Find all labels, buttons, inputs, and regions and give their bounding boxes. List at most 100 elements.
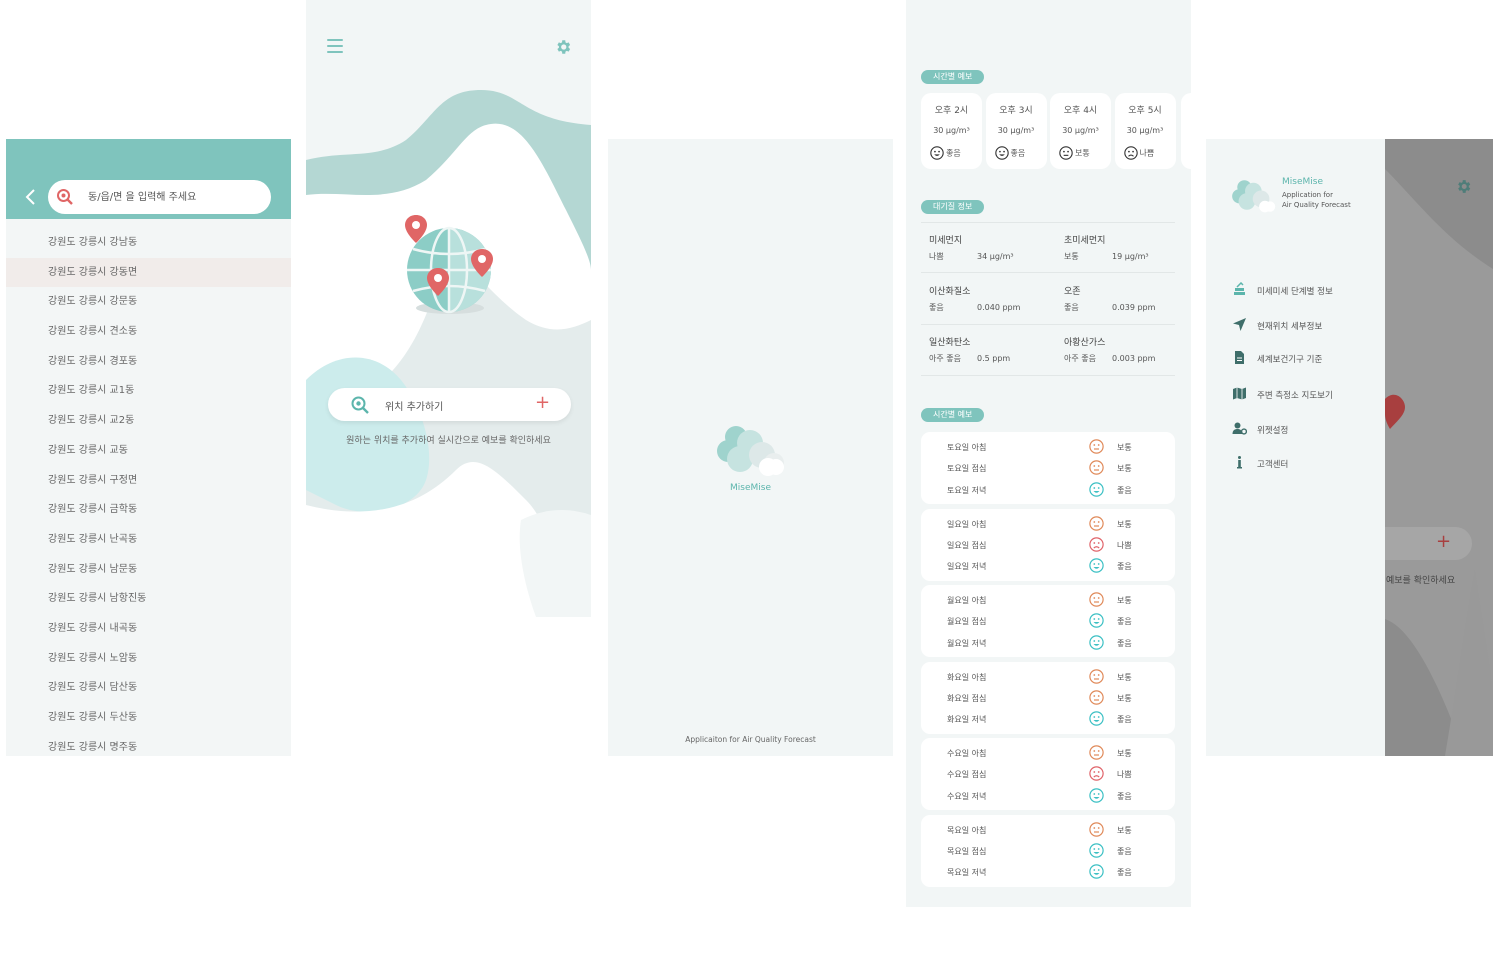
location-list-item[interactable]: 강원도 강릉시 난곡동: [6, 525, 291, 555]
hourly-value: 30 μg/m³: [1062, 126, 1099, 135]
location-list-item[interactable]: 강원도 강릉시 강문동: [6, 287, 291, 317]
bad-face-icon: [1089, 766, 1104, 781]
hourly-status-text: 보통: [1075, 148, 1090, 158]
good-face-icon: [1089, 481, 1104, 497]
pollutant-name: 아황산가스: [1064, 338, 1106, 348]
normal-face-icon: [1089, 668, 1104, 684]
daily-forecast-row: 화요일 아침 보통: [921, 667, 1175, 688]
pollutant-value: 34 μg/m³: [977, 252, 1014, 261]
drawer-menu-label: 세계보건기구 기준: [1257, 355, 1323, 365]
navigation-icon: [1232, 317, 1247, 332]
pollutant-cell: 이산화질소 좋음 0.040 ppm: [929, 284, 1049, 313]
daily-forecast-row: 일요일 저녁 좋음: [921, 556, 1175, 577]
hourly-forecast-card[interactable]: 오후 5시 30 μg/m³ 나쁨: [1114, 93, 1176, 169]
pollutant-grade: 아주 좋음: [1064, 354, 1096, 363]
location-list-item[interactable]: 강원도 강릉시 강동면: [6, 257, 291, 288]
forecast-status: 보통: [1117, 519, 1132, 529]
drawer-menu-label: 주변 측정소 지도보기: [1257, 391, 1333, 401]
pollutant-name: 초미세먼지: [1064, 236, 1106, 246]
hourly-forecast-card[interactable]: 오후 2시 30 μg/m³ 좋음: [921, 93, 982, 169]
bad-face-icon: [1089, 537, 1104, 552]
daily-forecast-card: 수요일 아침 보통 수요일 점심 나쁨 수요일 저녁 좋음: [921, 738, 1175, 810]
back-arrow-icon[interactable]: [24, 188, 38, 206]
hourly-status-text: 나쁨: [1139, 148, 1155, 158]
gear-icon[interactable]: [554, 38, 572, 56]
location-list-item[interactable]: 강원도 강릉시 노암동: [6, 644, 291, 674]
daily-forecast-card: 일요일 아침 보통 일요일 점심 나쁨 일요일 저녁 좋음: [921, 508, 1175, 581]
stack-icon: [1232, 281, 1247, 297]
hamburger-menu-icon[interactable]: [327, 39, 343, 53]
forecast-period: 일요일 점심: [947, 540, 987, 550]
drawer-menu-label: 위젯설정: [1257, 426, 1289, 436]
daily-forecast-row: 수요일 아침 보통: [921, 743, 1175, 764]
location-list-item[interactable]: 강원도 강릉시 담산동: [6, 673, 291, 703]
pollutant-grade: 좋음: [1064, 302, 1079, 312]
good-face-icon: [994, 146, 1009, 160]
pollutant-cell: 초미세먼지보통 19 μg/m³: [1064, 233, 1184, 262]
hourly-forecast-card[interactable]: 오후 4시 30 μg/m³ 보통: [1050, 93, 1111, 169]
pollutant-reading: 아주 좋음 0.003 ppm: [1064, 353, 1184, 364]
forecast-status: 보통: [1117, 693, 1132, 703]
drawer-app-subtitle-line2: Air Quality Forecast: [1282, 201, 1351, 209]
pollutant-value: 0.5 ppm: [977, 354, 1011, 363]
location-list-item[interactable]: 강원도 강릉시 남문동: [6, 555, 291, 585]
plus-icon: +: [535, 392, 551, 413]
good-face-icon: [1089, 843, 1104, 858]
location-list-item[interactable]: 강원도 강릉시 두산동: [6, 703, 291, 733]
search-input[interactable]: [88, 187, 258, 207]
forecast-period: 일요일 저녁: [947, 562, 987, 572]
pollutant-cell: 일산화탄소 아주 좋음 0.5 ppm: [929, 335, 1049, 364]
forecast-status: 좋음: [1117, 791, 1132, 801]
add-location-button[interactable]: 위치 추가하기 +: [328, 388, 571, 421]
daily-forecast-row: 목요일 저녁 좋음: [921, 862, 1175, 883]
gear-icon[interactable]: [1455, 178, 1472, 195]
pollutant-cell: 오존 좋음 0.039 ppm: [1064, 284, 1184, 313]
daily-forecast-row: 수요일 점심 나쁨: [921, 764, 1175, 785]
location-list-item[interactable]: 강원도 강릉시 경포동: [6, 347, 291, 377]
location-list-item[interactable]: 강원도 강릉시 강남동: [6, 228, 291, 258]
location-list-item[interactable]: 강원도 강릉시 명주동: [6, 733, 291, 756]
location-list-item[interactable]: 강원도 강릉시 금학동: [6, 495, 291, 525]
forecast-period: 월요일 점심: [947, 617, 987, 627]
forecast-period: 화요일 점심: [947, 693, 987, 703]
cloud-logo-icon: [1232, 180, 1276, 213]
air-quality-row: 이산화질소 좋음 0.040 ppm 오존 좋음 0.039 ppm: [921, 274, 1175, 325]
pollutant-reading: 보통 19 μg/m³: [1064, 251, 1184, 262]
map-icon: [1232, 386, 1247, 401]
hourly-time: 오후 2시: [934, 106, 969, 116]
location-list-item[interactable]: 강원도 강릉시 교동: [6, 436, 291, 466]
forecast-status: 보통: [1117, 443, 1132, 452]
drawer-menu-label: 고객센터: [1257, 460, 1289, 470]
air-quality-label: 대기질 정보: [921, 200, 985, 214]
hourly-time: 오후 4시: [1063, 106, 1098, 116]
daily-forecast-row: 월요일 점심 좋음: [921, 611, 1175, 632]
forecast-period: 목요일 저녁: [947, 868, 987, 878]
drawer-screen: MiseMise Application for Air Quality For…: [1206, 139, 1493, 756]
daily-forecast-row: 화요일 점심 보통: [921, 688, 1175, 709]
good-face-icon: [1089, 864, 1104, 879]
location-list-item[interactable]: 강원도 강릉시 남항진동: [6, 584, 291, 614]
pollutant-value: 0.039 ppm: [1112, 302, 1156, 312]
forecast-status: 좋음: [1117, 617, 1132, 627]
pollutant-grade: 보통: [1064, 252, 1079, 261]
normal-face-icon: [1089, 515, 1104, 531]
hourly-status: 좋음: [930, 146, 961, 160]
location-list-item[interactable]: 강원도 강릉시 내곡동: [6, 614, 291, 644]
pollutant-value: 0.040 ppm: [977, 302, 1021, 312]
location-list-item[interactable]: 강원도 강릉시 견소동: [6, 317, 291, 347]
hourly-time: 오후 3시: [999, 106, 1033, 116]
app-name: MiseMise: [730, 483, 771, 493]
air-quality-row: 일산화탄소 아주 좋음 0.5 ppm 아황산가스 아주 좋음 0.003 ppm: [921, 325, 1175, 376]
pollutant-name: 일산화탄소: [929, 338, 971, 348]
document-icon: [1232, 350, 1247, 365]
bad-face-icon: [1123, 146, 1138, 160]
daily-forecast-row: 월요일 저녁 좋음: [921, 633, 1175, 654]
location-list-item[interactable]: 강원도 강릉시 구정면: [6, 466, 291, 496]
search-bar[interactable]: [48, 180, 271, 214]
pollutant-reading: 좋음 0.040 ppm: [929, 302, 1049, 313]
location-list-item[interactable]: 강원도 강릉시 교2동: [6, 406, 291, 436]
hourly-forecast-card[interactable]: 오후 3시 30 μg/m³ 좋음: [985, 93, 1047, 169]
pollutant-reading: 좋음 0.039 ppm: [1064, 302, 1184, 313]
location-list-item[interactable]: 강원도 강릉시 교1동: [6, 376, 291, 406]
forecast-period: 일요일 아침: [947, 519, 987, 529]
